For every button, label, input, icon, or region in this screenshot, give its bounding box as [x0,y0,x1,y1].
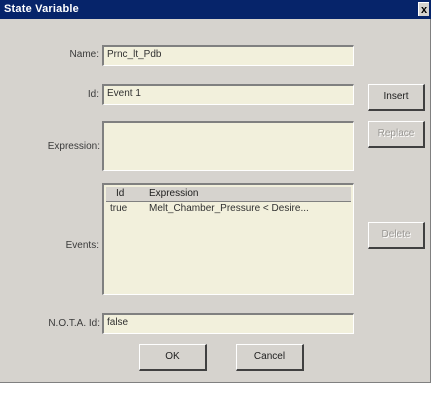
delete-button[interactable]: Delete [368,222,425,249]
nota-value: false [107,317,129,328]
close-icon: x [420,4,428,16]
expression-field[interactable] [102,121,354,171]
id-value: Event 1 [107,88,141,99]
name-label: Name: [69,49,99,60]
column-header-id[interactable]: Id [116,188,124,199]
cancel-button[interactable]: Cancel [236,344,304,371]
events-list[interactable]: Id Expression true Melt_Chamber_Pressure… [102,183,354,295]
title-bar[interactable]: State Variable x [0,0,431,19]
expression-label: Expression: [47,141,100,152]
name-field[interactable]: Prnc_lt_Pdb [102,45,354,66]
events-label: Events: [65,240,99,251]
id-field[interactable]: Event 1 [102,84,354,105]
ok-button[interactable]: OK [139,344,207,371]
list-item[interactable]: true Melt_Chamber_Pressure < Desire... [106,202,351,216]
id-label: Id: [87,89,99,100]
events-list-header: Id Expression [106,187,351,202]
event-expression-cell: Melt_Chamber_Pressure < Desire... [149,203,309,214]
window-title: State Variable [4,3,79,15]
insert-button[interactable]: Insert [368,84,425,111]
column-header-expression[interactable]: Expression [149,188,198,199]
close-button[interactable]: x [418,2,429,16]
nota-field[interactable]: false [102,313,354,334]
name-value: Prnc_lt_Pdb [107,49,162,60]
replace-button[interactable]: Replace [368,121,425,148]
event-id-cell: true [110,203,128,214]
nota-label: N.O.T.A. Id: [48,318,100,329]
state-variable-dialog: State Variable x Name: Prnc_lt_Pdb Id: E… [0,0,431,383]
